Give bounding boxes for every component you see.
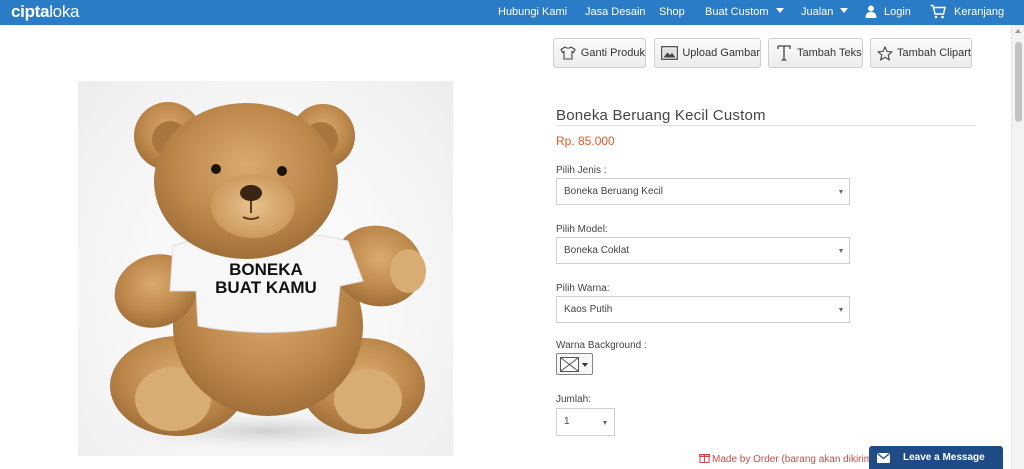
quantity-label: Jumlah:	[556, 394, 592, 405]
warna-select[interactable]: Kaos Putih	[556, 296, 850, 323]
tambah-clipart-label: Tambah Clipart	[897, 47, 971, 59]
leave-message-button[interactable]: Leave a Message	[869, 446, 1003, 469]
tshirt-icon	[560, 44, 577, 62]
top-navbar: ciptaloka Hubungi Kami Jasa Desain Shop …	[0, 0, 1024, 25]
model-selected-value: Boneka Coklat	[564, 245, 630, 256]
upload-gambar-button[interactable]: Upload Gambar	[654, 38, 761, 68]
nav-keranjang[interactable]: Keranjang	[954, 6, 1004, 19]
mail-icon	[877, 452, 890, 463]
chevron-down-icon	[582, 363, 588, 367]
leave-message-label: Leave a Message	[903, 452, 985, 463]
warna-selected-value: Kaos Putih	[564, 304, 613, 315]
tambah-teks-button[interactable]: Tambah Teks	[768, 38, 863, 68]
product-image: BONEKA BUAT KAMU	[78, 81, 453, 456]
gift-icon	[699, 454, 710, 463]
chevron-down-icon	[775, 8, 784, 13]
shirt-text-line2: BUAT KAMU	[215, 278, 317, 297]
scroll-up-icon[interactable]	[1015, 29, 1021, 33]
page-scrollbar[interactable]	[1011, 25, 1024, 469]
warna-label: Pilih Warna:	[556, 283, 610, 294]
nav-buat-custom[interactable]: Buat Custom	[705, 6, 784, 19]
nav-hubungi-kami[interactable]: Hubungi Kami	[498, 6, 567, 19]
made-by-order-note: Made by Order (barang akan dikirim	[699, 452, 869, 465]
scrollbar-thumb[interactable]	[1015, 42, 1022, 122]
chevron-down-icon	[839, 249, 843, 253]
quantity-value: 1	[564, 416, 570, 427]
quantity-select[interactable]: 1	[556, 408, 615, 436]
nav-jualan[interactable]: Jualan	[801, 6, 849, 19]
background-color-picker[interactable]	[556, 353, 593, 375]
tambah-teks-label: Tambah Teks	[797, 47, 862, 59]
ganti-produk-label: Ganti Produk	[580, 47, 645, 59]
chevron-down-icon	[839, 190, 843, 194]
chevron-down-icon	[839, 308, 843, 312]
nav-jasa-desain[interactable]: Jasa Desain	[585, 6, 646, 19]
tambah-clipart-button[interactable]: Tambah Clipart	[870, 38, 972, 68]
model-select[interactable]: Boneka Coklat	[556, 237, 850, 264]
jenis-selected-value: Boneka Beruang Kecil	[564, 186, 663, 197]
chevron-down-icon	[603, 421, 607, 425]
chevron-down-icon	[840, 8, 849, 13]
title-divider	[556, 125, 976, 126]
nav-login[interactable]: Login	[884, 6, 911, 19]
site-logo[interactable]: ciptaloka	[11, 2, 79, 22]
cart-icon	[930, 4, 946, 24]
jenis-select[interactable]: Boneka Beruang Kecil	[556, 178, 850, 205]
no-color-icon	[560, 357, 579, 372]
background-color-label: Warna Background :	[556, 340, 647, 351]
star-icon	[877, 44, 893, 62]
image-icon	[661, 44, 679, 62]
upload-gambar-label: Upload Gambar	[682, 47, 760, 59]
shirt-text-line1: BONEKA	[229, 260, 303, 279]
ganti-produk-button[interactable]: Ganti Produk	[553, 38, 646, 68]
product-title: Boneka Beruang Kecil Custom	[556, 107, 766, 124]
user-icon	[865, 5, 877, 23]
product-price: Rp. 85.000	[556, 134, 615, 148]
jenis-label: Pilih Jenis :	[556, 165, 607, 176]
model-label: Pilih Model:	[556, 224, 608, 235]
nav-shop[interactable]: Shop	[659, 6, 685, 19]
text-icon	[775, 44, 793, 62]
